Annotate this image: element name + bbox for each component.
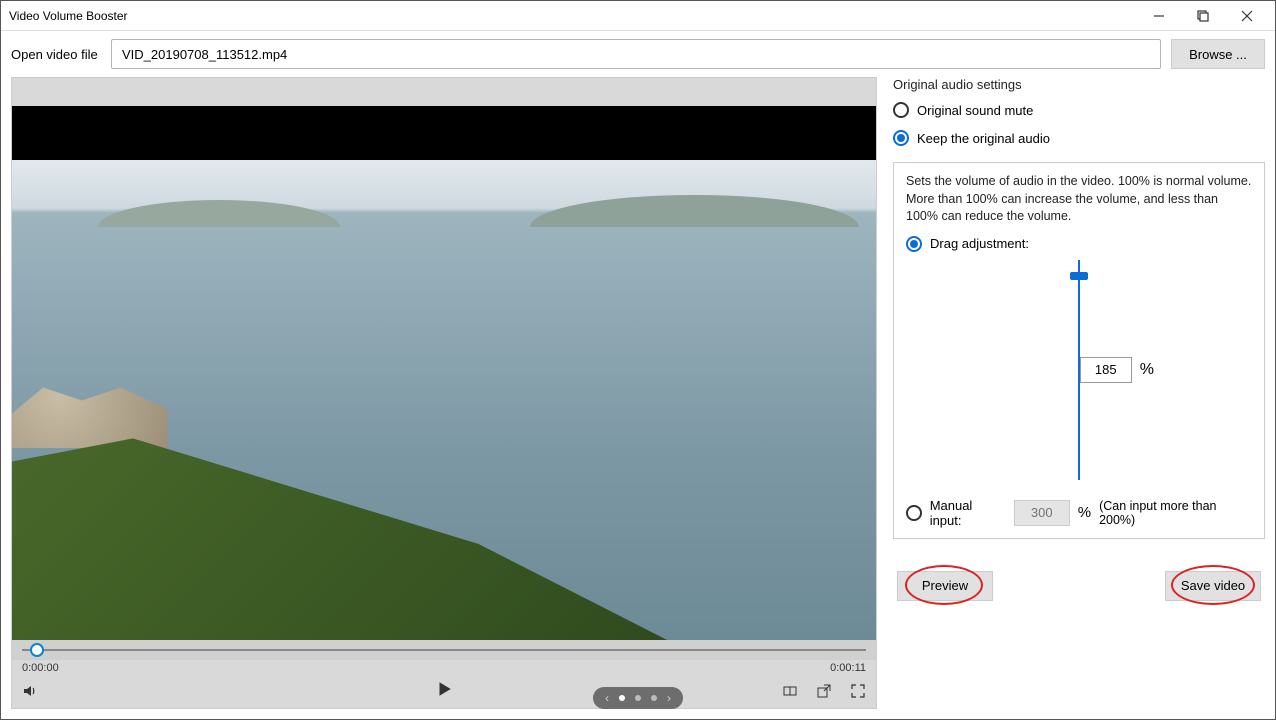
radio-mute-row[interactable]: Original sound mute — [893, 102, 1265, 118]
radio-drag[interactable] — [906, 236, 922, 252]
manual-hint: (Can input more than 200%) — [1099, 499, 1252, 527]
settings-panel: Original audio settings Original sound m… — [893, 77, 1265, 709]
pager-next-icon[interactable]: › — [667, 691, 671, 705]
audio-settings-title: Original audio settings — [893, 77, 1265, 92]
manual-value-input[interactable] — [1014, 500, 1070, 526]
pager-dot-1[interactable] — [619, 695, 625, 701]
current-time: 0:00:00 — [22, 662, 59, 674]
pager-dot-3[interactable] — [651, 695, 657, 701]
pager-pill: ‹ › — [593, 687, 683, 709]
window-title: Video Volume Booster — [9, 9, 1139, 23]
radio-keep-label: Keep the original audio — [917, 131, 1050, 146]
pager-dot-2[interactable] — [635, 695, 641, 701]
file-path-input[interactable] — [111, 39, 1161, 69]
duration: 0:00:11 — [830, 662, 866, 674]
radio-keep[interactable] — [893, 130, 909, 146]
seek-bar[interactable] — [12, 640, 876, 660]
play-icon[interactable] — [435, 680, 453, 698]
volume-box: Sets the volume of audio in the video. 1… — [893, 162, 1265, 539]
minimize-button[interactable] — [1139, 2, 1179, 30]
video-frame — [12, 160, 876, 640]
manual-row: Manual input: % (Can input more than 200… — [906, 498, 1252, 528]
volume-slider[interactable]: % — [906, 260, 1252, 480]
video-letterbox-top — [12, 106, 876, 160]
radio-drag-label: Drag adjustment: — [930, 236, 1029, 251]
radio-manual[interactable] — [906, 505, 922, 521]
popout-icon[interactable] — [816, 683, 832, 699]
seek-thumb[interactable] — [30, 643, 44, 657]
minimize-icon — [1151, 8, 1167, 24]
close-button[interactable] — [1227, 2, 1267, 30]
radio-mute[interactable] — [893, 102, 909, 118]
open-file-row: Open video file Browse ... — [1, 31, 1275, 77]
video-player: 0:00:00 0:00:11 — [11, 77, 877, 709]
percent-symbol-manual: % — [1078, 504, 1091, 521]
pager-prev-icon[interactable]: ‹ — [605, 691, 609, 705]
volume-description: Sets the volume of audio in the video. 1… — [906, 173, 1252, 226]
fullscreen-icon[interactable] — [850, 683, 866, 699]
video-area: 0:00:00 0:00:11 — [11, 77, 877, 709]
close-icon — [1239, 8, 1255, 24]
browse-button[interactable]: Browse ... — [1171, 39, 1265, 69]
volume-icon[interactable] — [22, 683, 38, 699]
save-video-button[interactable]: Save video — [1165, 571, 1261, 601]
player-controls — [12, 676, 876, 708]
slider-thumb[interactable] — [1070, 272, 1088, 280]
preview-button[interactable]: Preview — [897, 571, 993, 601]
radio-mute-label: Original sound mute — [917, 103, 1033, 118]
time-row: 0:00:00 0:00:11 — [12, 660, 876, 676]
maximize-icon — [1195, 8, 1211, 24]
video-top-bar — [12, 78, 876, 106]
radio-keep-row[interactable]: Keep the original audio — [893, 130, 1265, 146]
open-file-label: Open video file — [11, 47, 101, 62]
theatre-icon[interactable] — [782, 683, 798, 699]
drag-value-input[interactable] — [1080, 357, 1132, 383]
percent-symbol-drag: % — [1140, 361, 1154, 379]
maximize-button[interactable] — [1183, 2, 1223, 30]
radio-drag-row[interactable]: Drag adjustment: — [906, 236, 1252, 252]
window-controls — [1139, 2, 1267, 30]
radio-manual-label: Manual input: — [930, 498, 1006, 528]
titlebar: Video Volume Booster — [1, 1, 1275, 31]
action-row: Preview Save video — [893, 571, 1265, 601]
